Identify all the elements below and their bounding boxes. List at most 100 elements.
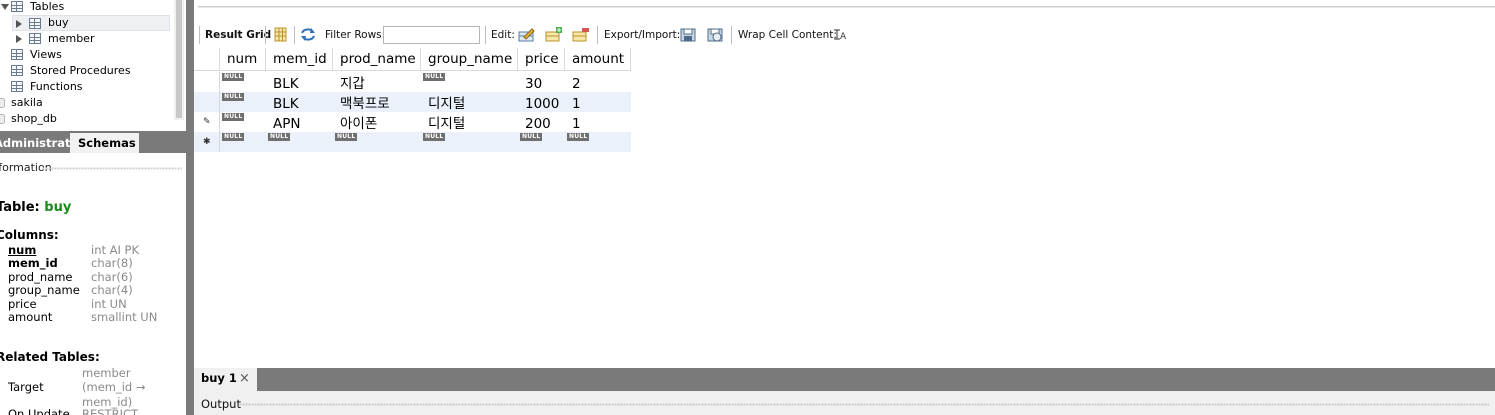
result-grid-label[interactable]: Result Grid	[205, 29, 271, 41]
tree-item-tables[interactable]: Tables	[0, 0, 172, 15]
grid-cell-num[interactable]: NULL	[220, 132, 245, 152]
grid-cell-amount[interactable]: 1	[565, 112, 581, 132]
null-badge: NULL	[423, 133, 446, 141]
column-header[interactable]: num	[220, 48, 266, 71]
scrollbar-thumb[interactable]	[176, 0, 182, 118]
tree-item-stored-procedures[interactable]: Stored Procedures	[0, 63, 172, 79]
column-header[interactable]: amount	[565, 48, 631, 71]
grid-cell-prod-name[interactable]: 맥북프로	[333, 92, 390, 112]
tree-item-member[interactable]: member	[12, 31, 170, 47]
tree-item-label: member	[48, 32, 95, 45]
row-header[interactable]: ✱	[194, 132, 220, 152]
grid-cell-price[interactable]: NULL	[518, 132, 543, 152]
cell-value: BLK	[273, 76, 299, 92]
null-badge: NULL	[222, 93, 245, 101]
tree-item-views[interactable]: Views	[0, 47, 172, 63]
tree-item-sakila[interactable]: sakila	[0, 95, 172, 111]
grid-cell-mem-id[interactable]: BLK	[266, 72, 299, 92]
row-header[interactable]: ✎	[194, 112, 220, 132]
expand-arrow-icon[interactable]	[1, 4, 9, 10]
tree-item-functions[interactable]: Functions	[0, 79, 172, 95]
collapse-arrow-icon[interactable]	[16, 35, 22, 43]
collapse-arrow-icon[interactable]	[16, 20, 22, 28]
grid-cell-prod-name[interactable]: NULL	[333, 132, 358, 152]
table-icon	[29, 33, 41, 44]
result-tab-buy-1[interactable]: buy 1 ×	[194, 368, 257, 391]
column-header[interactable]: mem_id	[266, 48, 333, 71]
grid-cell-amount[interactable]: 2	[565, 72, 581, 92]
row-header-corner	[194, 48, 220, 71]
grid-cell-mem-id[interactable]: NULL	[266, 132, 291, 152]
output-label: Output	[201, 397, 241, 411]
null-badge: NULL	[268, 133, 291, 141]
toolbar-separator	[265, 26, 266, 44]
grid-cell-num[interactable]: NULL	[220, 112, 245, 132]
toolbar-separator	[597, 26, 598, 44]
cell-value: BLK	[273, 96, 299, 112]
grid-cell-mem-id[interactable]: BLK	[266, 92, 299, 112]
column-type: char(4)	[91, 283, 133, 297]
table-title-prefix: Table:	[0, 200, 40, 215]
navigator-panel: Tables buy member Views Stored Procedure…	[0, 0, 190, 415]
folder-views-icon	[11, 49, 23, 60]
grid-cell-group-name[interactable]: 디지털	[421, 112, 465, 132]
columns-header: Columns:	[0, 228, 59, 242]
wrap-cell-content-label: Wrap Cell Content:	[738, 29, 837, 41]
grid-cell-num[interactable]: NULL	[220, 72, 245, 92]
related-target-label: Target	[8, 380, 44, 394]
filter-rows-input[interactable]	[383, 26, 480, 44]
wrap-text-icon[interactable]: A	[831, 26, 849, 43]
folder-tables-icon	[11, 1, 23, 12]
tree-item-shop-db[interactable]: shop_db	[0, 111, 172, 127]
grid-cell-group-name[interactable]: NULL	[421, 72, 446, 92]
edit-label: Edit:	[491, 29, 515, 41]
grid-cell-prod-name[interactable]: 지갑	[333, 72, 365, 92]
grid-cell-group-name[interactable]: NULL	[421, 132, 446, 152]
grid-layout-icon[interactable]	[272, 26, 290, 43]
result-tab-bar: buy 1 ×	[194, 368, 1495, 391]
toolbar-separator	[294, 26, 295, 44]
table-row[interactable]: ✱ NULL NULL NULL NULL NULL NULL	[194, 132, 631, 152]
grid-cell-mem-id[interactable]: APN	[266, 112, 300, 132]
grid-cell-price[interactable]: 1000	[518, 92, 559, 112]
tab-schemas[interactable]: Schemas	[70, 133, 139, 153]
delete-row-icon[interactable]	[572, 26, 590, 43]
tree-item-label: Tables	[30, 0, 65, 13]
tree-item-buy[interactable]: buy	[12, 15, 170, 31]
add-row-icon[interactable]	[545, 26, 563, 43]
column-header[interactable]: price	[518, 48, 565, 71]
grid-cell-amount[interactable]: NULL	[565, 132, 590, 152]
grid-cell-num[interactable]: NULL	[220, 92, 245, 112]
panel-splitter[interactable]	[186, 0, 194, 415]
table-title-name: buy	[44, 200, 72, 215]
row-header[interactable]	[194, 92, 220, 112]
grid-cell-price[interactable]: 30	[518, 72, 542, 92]
grid-cell-prod-name[interactable]: 아이폰	[333, 112, 377, 132]
table-icon	[29, 18, 41, 29]
cell-value: 200	[525, 116, 551, 132]
null-badge: NULL	[222, 73, 245, 81]
tree-item-label: Functions	[30, 80, 83, 93]
grid-cell-price[interactable]: 200	[518, 112, 551, 132]
close-tab-icon[interactable]: ×	[239, 371, 250, 386]
refresh-icon[interactable]	[299, 26, 317, 43]
edit-row-icon[interactable]	[518, 26, 536, 43]
cell-value: 30	[525, 76, 543, 92]
on-update-label: On Update	[8, 407, 70, 415]
table-title: Table: buy	[0, 200, 71, 215]
column-header[interactable]: prod_name	[333, 48, 421, 71]
grid-cell-amount[interactable]: 1	[565, 92, 581, 112]
output-panel-header[interactable]: Output	[194, 391, 1495, 415]
table-row[interactable]: ✎ NULL APN 아이폰 디지털 200 1	[194, 112, 631, 132]
import-icon[interactable]	[706, 26, 724, 43]
export-icon[interactable]	[679, 26, 697, 43]
on-update-value: RESTRICT	[82, 407, 139, 415]
table-row[interactable]: NULL BLK 지갑 NULL 30 2	[194, 72, 631, 92]
result-tab-label: buy 1	[201, 371, 237, 385]
column-header[interactable]: group_name	[421, 48, 518, 71]
tree-scrollbar[interactable]	[174, 0, 184, 120]
row-header[interactable]	[194, 72, 220, 92]
grid-cell-group-name[interactable]: 디지털	[421, 92, 465, 112]
related-target-mapping: (mem_id →	[82, 380, 146, 394]
table-row[interactable]: NULL BLK 맥북프로 디지털 1000 1	[194, 92, 631, 112]
